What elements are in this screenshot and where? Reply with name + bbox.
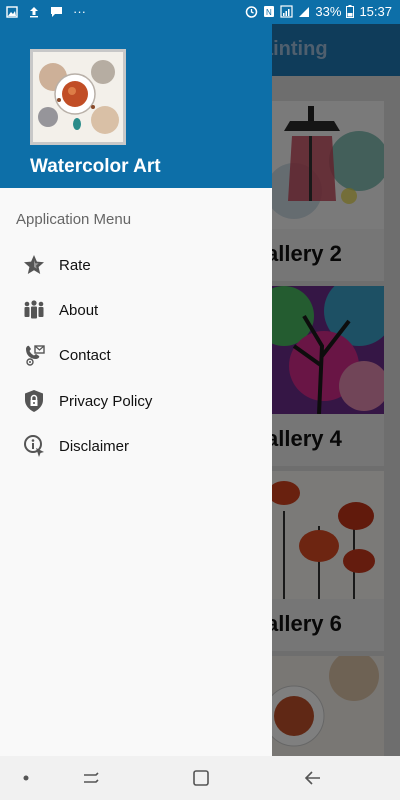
menu-item-label: Rate — [59, 256, 91, 274]
message-icon — [51, 6, 62, 17]
more-notifications: ··· — [73, 4, 86, 19]
watercolor-cup-image — [33, 52, 123, 142]
back-icon[interactable] — [302, 768, 324, 788]
recents-icon[interactable] — [80, 768, 102, 788]
info-icon — [22, 434, 46, 458]
battery-icon — [346, 5, 355, 18]
cellular-signal-icon — [299, 6, 310, 17]
svg-text:N: N — [266, 8, 272, 17]
navigation-drawer: Watercolor Art Application Menu Rate Abo… — [0, 0, 272, 756]
menu-item-contact[interactable]: Contact — [0, 333, 272, 377]
status-bar: ··· N 33% 15:37 — [0, 0, 400, 24]
menu-item-about[interactable]: About — [0, 288, 272, 332]
system-navigation-bar — [0, 756, 400, 800]
nfc-icon: N — [264, 6, 275, 17]
signal-box-icon — [280, 5, 294, 18]
menu-item-label: Contact — [59, 346, 111, 364]
group-icon — [22, 298, 46, 322]
image-icon — [6, 5, 18, 18]
menu-item-label: About — [59, 301, 99, 319]
status-system: N 33% 15:37 — [245, 4, 392, 19]
menu-item-label: Disclaimer — [59, 437, 130, 455]
star-icon — [22, 253, 46, 277]
clock: 15:37 — [359, 4, 392, 19]
status-notifications: ··· — [6, 4, 86, 19]
drawer-app-name: Watercolor Art — [30, 156, 161, 177]
home-icon[interactable] — [191, 768, 211, 788]
alarm-icon — [246, 6, 258, 18]
battery-percentage: 33% — [315, 4, 342, 19]
nav-dot-icon[interactable] — [22, 774, 30, 782]
phone-contact-icon — [22, 343, 46, 367]
menu-item-privacy-policy[interactable]: Privacy Policy — [0, 379, 272, 423]
menu-section-title: Application Menu — [16, 211, 132, 228]
shield-lock-icon — [22, 389, 46, 413]
menu-item-disclaimer[interactable]: Disclaimer — [0, 424, 272, 468]
menu-item-rate[interactable]: Rate — [0, 243, 272, 287]
upload-icon — [30, 6, 38, 17]
drawer-header: Watercolor Art — [0, 0, 272, 188]
menu-item-label: Privacy Policy — [59, 392, 153, 410]
app-logo — [30, 49, 126, 145]
